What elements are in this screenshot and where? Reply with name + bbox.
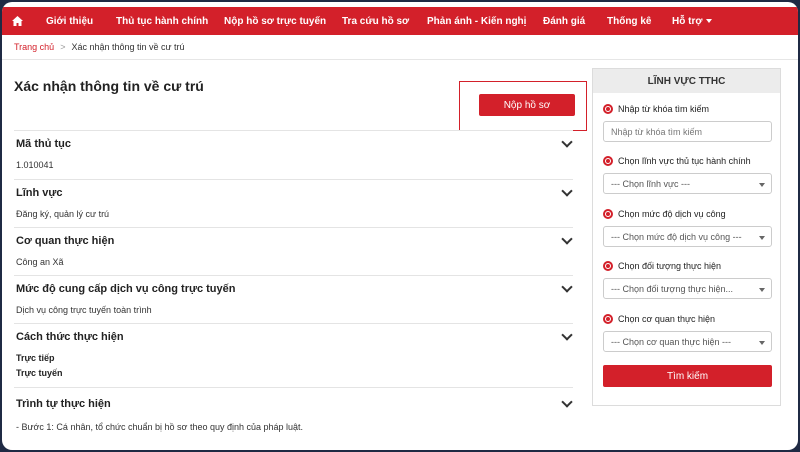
section-field: Lĩnh vực Đăng ký, quản lý cư trú bbox=[14, 179, 573, 227]
agency-label: Chọn cơ quan thực hiện bbox=[618, 314, 715, 324]
filter-sidebar: LĨNH VỰC TTHC Nhập từ khóa tìm kiếm Chọn… bbox=[592, 68, 781, 406]
chevron-down-icon[interactable] bbox=[561, 396, 573, 408]
section-heading: Cơ quan thực hiện bbox=[16, 235, 115, 247]
dropdown-caret-icon bbox=[759, 236, 765, 240]
caret-down-icon bbox=[706, 19, 713, 24]
section-service-level: Mức độ cung cấp dịch vụ công trực tuyến … bbox=[14, 275, 573, 323]
agency-select-value: --- Chọn cơ quan thực hiện --- bbox=[611, 336, 731, 347]
nav-item-danh-gia[interactable]: Đánh giá bbox=[543, 16, 585, 27]
divider bbox=[2, 59, 798, 60]
chevron-down-icon[interactable] bbox=[561, 233, 573, 245]
radio-selected-icon[interactable] bbox=[603, 156, 613, 166]
field-select[interactable]: --- Chọn lĩnh vực --- bbox=[603, 173, 772, 194]
dropdown-caret-icon bbox=[759, 288, 765, 292]
nav-item-tra-cuu-ho-so[interactable]: Tra cứu hồ sơ bbox=[342, 16, 409, 27]
sidebar-title: LĨNH VỰC TTHC bbox=[593, 69, 780, 93]
chevron-down-icon[interactable] bbox=[561, 136, 573, 148]
search-button[interactable]: Tìm kiếm bbox=[603, 365, 772, 387]
agency-option[interactable]: Chọn cơ quan thực hiện bbox=[603, 314, 715, 324]
home-button[interactable] bbox=[2, 7, 32, 35]
home-icon bbox=[11, 16, 23, 26]
level-option[interactable]: Chọn mức độ dịch vụ công bbox=[603, 209, 726, 219]
agency-select[interactable]: --- Chọn cơ quan thực hiện --- bbox=[603, 331, 772, 352]
breadcrumb-current: Xác nhận thông tin về cư trú bbox=[71, 42, 185, 52]
section-method: Cách thức thực hiện Trực tiếp Trực tuyến bbox=[14, 323, 573, 386]
section-heading: Trình tự thực hiện bbox=[16, 398, 111, 410]
field-option[interactable]: Chọn lĩnh vực thủ tục hành chính bbox=[603, 156, 751, 166]
nav-item-thong-ke[interactable]: Thống kê bbox=[607, 16, 651, 27]
dropdown-caret-icon bbox=[759, 341, 765, 345]
section-heading: Mức độ cung cấp dịch vụ công trực tuyến bbox=[16, 283, 236, 295]
field-select-value: --- Chọn lĩnh vực --- bbox=[611, 178, 691, 189]
chevron-down-icon[interactable] bbox=[561, 185, 573, 197]
service-level-select-value: --- Chọn mức độ dịch vụ công --- bbox=[611, 231, 742, 242]
keyword-search-input[interactable] bbox=[603, 121, 772, 142]
page-title: Xác nhận thông tin về cư trú bbox=[14, 78, 204, 94]
breadcrumb: Trang chủ > Xác nhận thông tin về cư trú bbox=[14, 42, 185, 52]
nav-item-nop-ho-so[interactable]: Nộp hồ sơ trực tuyến bbox=[224, 16, 326, 27]
section-procedure-steps: Trình tự thực hiện - Bước 1: Cá nhân, tổ… bbox=[14, 387, 573, 437]
section-heading: Lĩnh vực bbox=[16, 187, 63, 199]
section-heading: Cách thức thực hiện bbox=[16, 331, 124, 343]
service-level-select[interactable]: --- Chọn mức độ dịch vụ công --- bbox=[603, 226, 772, 247]
section-content: Trực tiếp bbox=[16, 353, 55, 363]
nav-item-thu-tuc-hanh-chinh[interactable]: Thủ tục hành chính bbox=[116, 16, 208, 27]
chevron-down-icon[interactable] bbox=[561, 329, 573, 341]
nav-item-gioi-thieu[interactable]: Giới thiệu bbox=[46, 16, 93, 27]
chevron-down-icon[interactable] bbox=[561, 281, 573, 293]
radio-selected-icon[interactable] bbox=[603, 209, 613, 219]
radio-selected-icon[interactable] bbox=[603, 104, 613, 114]
subject-option[interactable]: Chọn đối tượng thực hiện bbox=[603, 261, 721, 271]
section-content: Dịch vụ công trực tuyến toàn trình bbox=[16, 305, 152, 315]
nav-item-phan-anh-kien-nghi[interactable]: Phản ánh - Kiến nghị bbox=[427, 16, 526, 27]
section-content: 1.010041 bbox=[16, 160, 54, 170]
top-navigation: Giới thiệu Thủ tục hành chính Nộp hồ sơ … bbox=[2, 7, 798, 35]
section-agency: Cơ quan thực hiện Công an Xã bbox=[14, 227, 573, 275]
section-content: Công an Xã bbox=[16, 257, 64, 267]
breadcrumb-separator: > bbox=[60, 42, 66, 52]
radio-selected-icon[interactable] bbox=[603, 314, 613, 324]
subject-select-value: --- Chọn đối tượng thực hiện... bbox=[611, 283, 734, 294]
level-label: Chọn mức độ dịch vụ công bbox=[618, 209, 726, 219]
section-content: Đăng ký, quản lý cư trú bbox=[16, 209, 110, 219]
keyword-label: Nhập từ khóa tìm kiếm bbox=[618, 104, 710, 114]
nav-item-ho-tro[interactable]: Hỗ trợ bbox=[672, 16, 713, 27]
breadcrumb-home-link[interactable]: Trang chủ bbox=[14, 42, 54, 52]
section-heading: Mã thủ tục bbox=[16, 138, 71, 150]
subject-select[interactable]: --- Chọn đối tượng thực hiện... bbox=[603, 278, 772, 299]
keyword-option[interactable]: Nhập từ khóa tìm kiếm bbox=[603, 104, 709, 114]
dropdown-caret-icon bbox=[759, 183, 765, 187]
submit-application-button[interactable]: Nộp hồ sơ bbox=[479, 94, 575, 116]
section-content: Trực tuyến bbox=[16, 368, 63, 378]
nav-item-ho-tro-label: Hỗ trợ bbox=[672, 16, 703, 27]
page-frame: Giới thiệu Thủ tục hành chính Nộp hồ sơ … bbox=[2, 2, 798, 450]
subject-label: Chọn đối tượng thực hiện bbox=[618, 261, 722, 271]
section-content: - Bước 1: Cá nhân, tổ chức chuẩn bị hồ s… bbox=[16, 422, 304, 432]
section-procedure-code: Mã thủ tục 1.010041 bbox=[14, 130, 573, 178]
radio-selected-icon[interactable] bbox=[603, 261, 613, 271]
field-label: Chọn lĩnh vực thủ tục hành chính bbox=[618, 156, 751, 166]
